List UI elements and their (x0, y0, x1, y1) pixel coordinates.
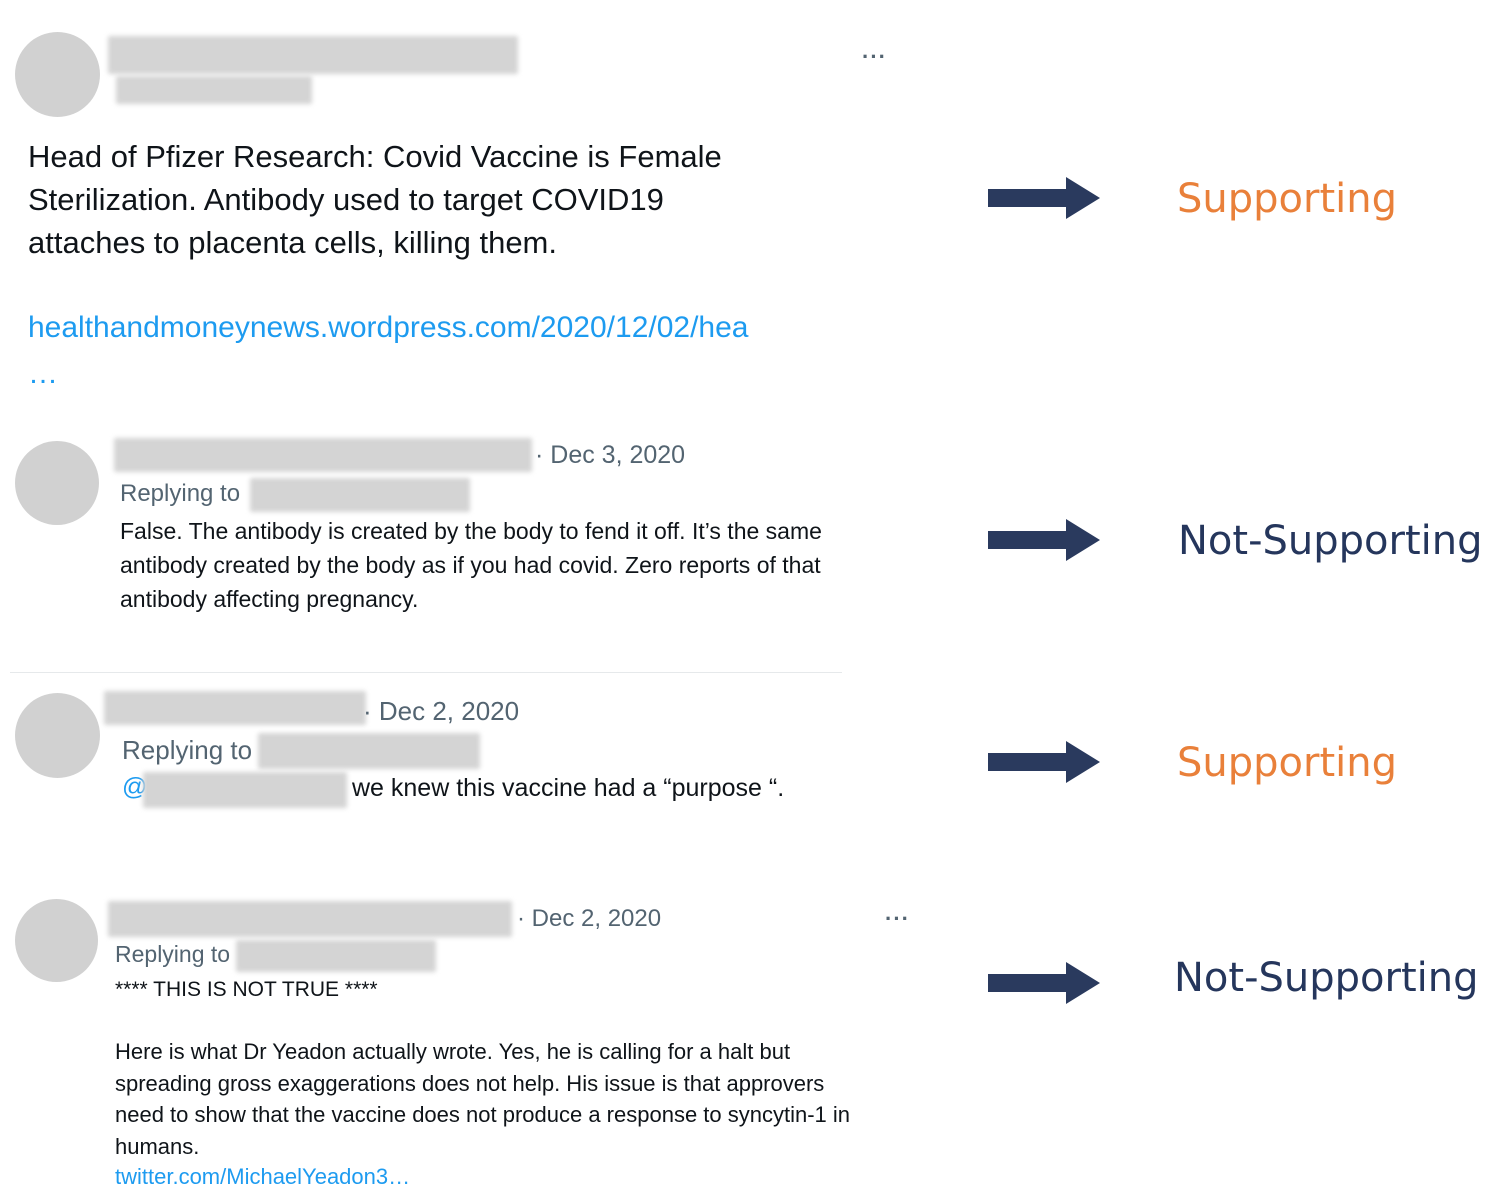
reply-link[interactable]: twitter.com/MichaelYeadon3… (115, 1164, 410, 1190)
avatar[interactable] (15, 441, 99, 525)
tweet-link-ellipsis[interactable]: … (28, 352, 58, 395)
redacted-reply-handle (258, 733, 480, 769)
reply-date[interactable]: · Dec 2, 2020 (517, 905, 661, 933)
divider (10, 672, 842, 673)
redacted-display-name (108, 901, 512, 937)
redacted-display-name (108, 36, 518, 74)
avatar[interactable] (15, 899, 98, 982)
tweet-text-line: Head of Pfizer Research: Covid Vaccine i… (28, 139, 722, 174)
replying-to-label: Replying to (122, 735, 253, 765)
reply-text-line: antibody created by the body as if you h… (120, 552, 821, 578)
reply-headline: **** THIS IS NOT TRUE **** (115, 978, 378, 1001)
tweet-link[interactable]: healthandmoneynews.wordpress.com/2020/12… (28, 306, 748, 349)
tweet-text-line: Sterilization. Antibody used to target C… (28, 182, 664, 217)
replying-to-label: Replying to (120, 480, 241, 507)
avatar[interactable] (15, 693, 100, 778)
redacted-mention (143, 772, 347, 808)
reply-text: False. The antibody is created by the bo… (120, 514, 940, 616)
right-arrow-icon (988, 519, 1100, 561)
reply-text: Here is what Dr Yeadon actually wrote. Y… (115, 1036, 935, 1162)
replying-to-label: Replying to (115, 941, 231, 967)
redacted-reply-handle (250, 478, 470, 512)
reply-date[interactable]: · Dec 3, 2020 (535, 441, 685, 470)
reply-text: we knew this vaccine had a “purpose “. (352, 774, 785, 802)
reply-text-line: spreading gross exaggerations does not h… (115, 1070, 825, 1096)
reply-text-line: antibody affecting pregnancy. (120, 586, 419, 612)
more-options-icon[interactable]: ··· (862, 44, 887, 70)
redacted-reply-handle (236, 940, 436, 972)
reply-text-line: humans. (115, 1133, 200, 1159)
classification-label-supporting: Supporting (1177, 740, 1397, 786)
more-options-icon[interactable]: ··· (885, 906, 910, 932)
right-arrow-icon (988, 741, 1100, 783)
tweet-text: Head of Pfizer Research: Covid Vaccine i… (28, 135, 928, 264)
tweet-text-line: attaches to placenta cells, killing them… (28, 225, 557, 260)
reply-date[interactable]: · Dec 2, 2020 (363, 696, 519, 727)
reply-text-line: Here is what Dr Yeadon actually wrote. Y… (115, 1039, 791, 1064)
right-arrow-icon (988, 962, 1100, 1004)
classification-label-not-supporting: Not-Supporting (1174, 955, 1479, 1001)
avatar[interactable] (15, 32, 100, 117)
reply-text-line: need to show that the vaccine does not p… (115, 1102, 851, 1127)
classification-label-not-supporting: Not-Supporting (1178, 518, 1483, 564)
redacted-display-name (104, 691, 366, 725)
right-arrow-icon (988, 177, 1100, 219)
reply-text-line: False. The antibody is created by the bo… (120, 518, 822, 544)
classification-label-supporting: Supporting (1177, 176, 1397, 222)
redacted-handle (116, 76, 312, 104)
redacted-display-name (114, 438, 532, 472)
